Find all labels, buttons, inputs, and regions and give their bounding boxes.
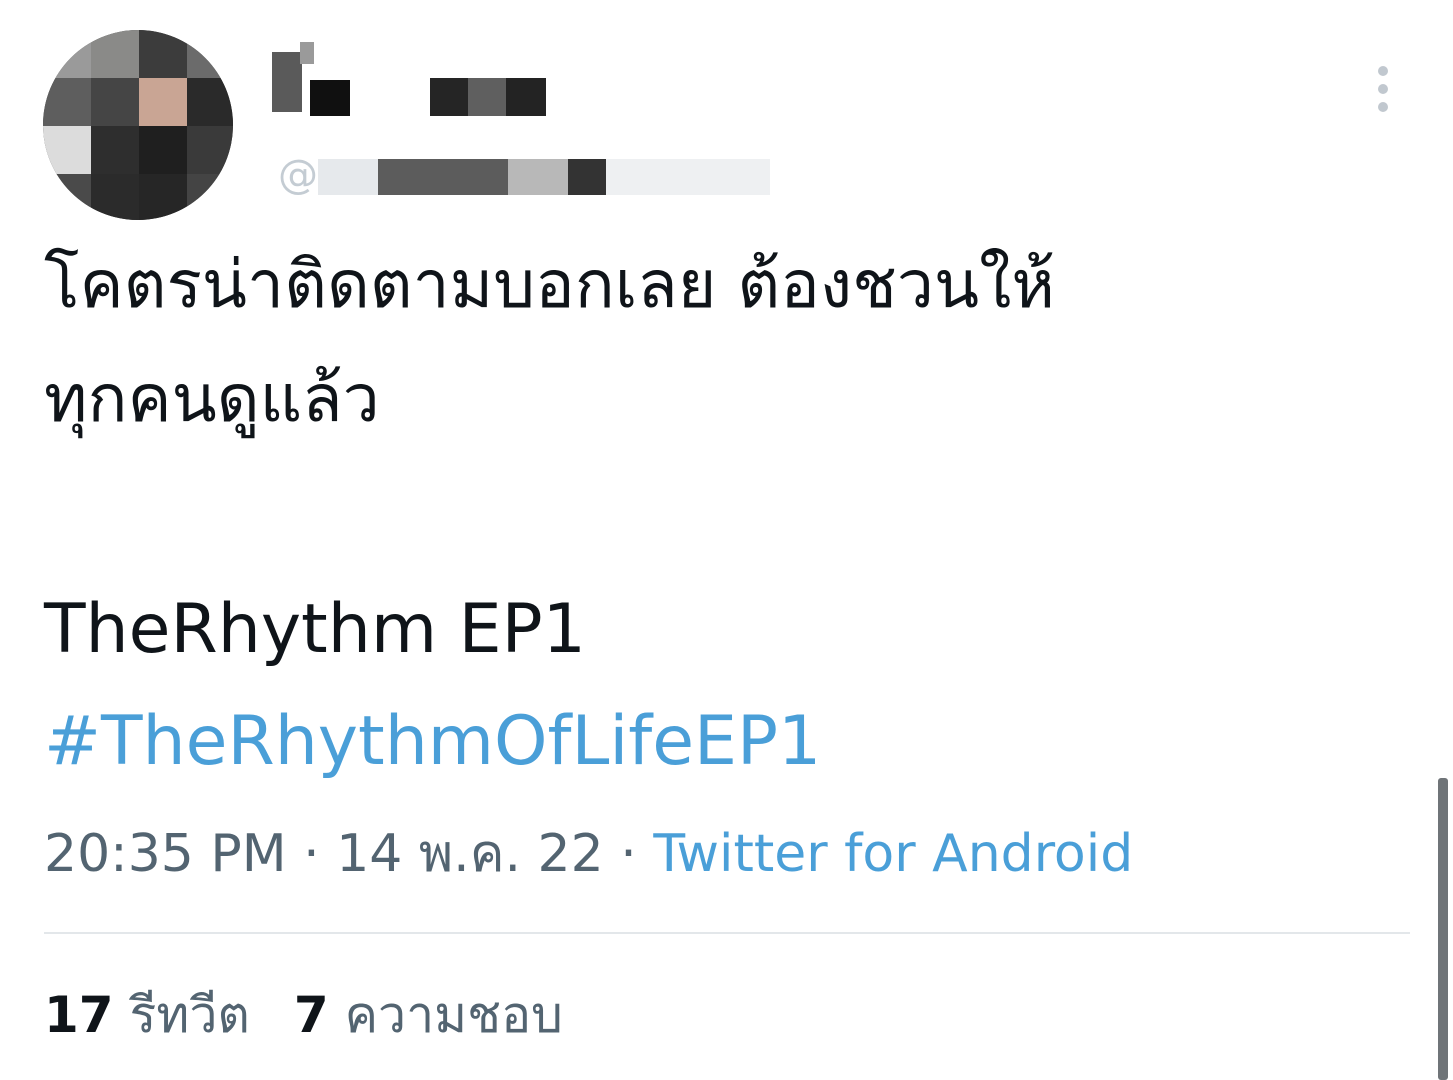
- user-handle[interactable]: @: [278, 152, 770, 198]
- tweet-text: โคตรน่าติดตามบอกเลย ต้องชวนให้ ทุกคนดูแล…: [44, 246, 1055, 437]
- tweet-title-line: TheRhythm EP1: [44, 590, 586, 669]
- retweets-stat[interactable]: 17 รีทวีต: [44, 986, 250, 1044]
- display-name-redacted[interactable]: [272, 40, 552, 120]
- meta-separator: ·: [286, 824, 337, 884]
- tweet-time[interactable]: 20:35 PM: [44, 824, 287, 884]
- tweet-source-link[interactable]: Twitter for Android: [653, 824, 1133, 884]
- tweet-stats: 17 รีทวีต 7 ความชอบ: [44, 982, 563, 1048]
- handle-redacted-dark: [378, 159, 508, 195]
- handle-prefix: @: [278, 152, 318, 198]
- retweets-count: 17: [44, 986, 114, 1044]
- scrollbar[interactable]: [1438, 778, 1448, 1080]
- likes-stat[interactable]: 7 ความชอบ: [294, 986, 563, 1044]
- handle-redacted: [318, 159, 378, 195]
- divider: [44, 932, 1410, 934]
- tweet-meta: 20:35 PM · 14 พ.ค. 22 · Twitter for Andr…: [44, 820, 1133, 888]
- tweet-date[interactable]: 14 พ.ค. 22: [336, 824, 604, 884]
- handle-redacted-light: [606, 159, 770, 195]
- likes-count: 7: [293, 986, 329, 1044]
- hashtag-link[interactable]: #TheRhythmOfLifeEP1: [44, 700, 821, 784]
- avatar[interactable]: [43, 30, 233, 220]
- likes-label: ความชอบ: [344, 986, 563, 1044]
- meta-separator: ·: [603, 824, 654, 884]
- more-vertical-icon[interactable]: [1366, 62, 1400, 116]
- retweets-label: รีทวีต: [129, 986, 250, 1044]
- handle-redacted-mid: [508, 159, 568, 195]
- handle-redacted-dark2: [568, 159, 606, 195]
